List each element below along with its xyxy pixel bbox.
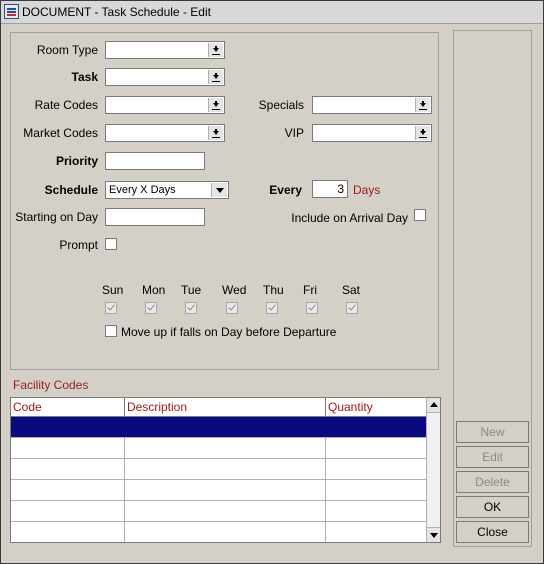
move-up-checkbox[interactable] [105, 325, 117, 337]
rate-codes-label: Rate Codes [34, 98, 98, 112]
weekday-label-thu: Thu [263, 283, 284, 297]
weekday-checkbox-mon[interactable] [145, 302, 157, 314]
dropdown-arrow-icon[interactable] [208, 70, 223, 84]
table-row[interactable] [11, 459, 427, 480]
task-label: Task [71, 70, 98, 84]
table-header: Code Description Quantity [11, 398, 427, 417]
every-label: Every [269, 183, 302, 197]
weekday-checkbox-wed[interactable] [226, 302, 238, 314]
table-row[interactable] [11, 480, 427, 501]
new-button[interactable]: New [456, 421, 529, 443]
dropdown-arrow-icon[interactable] [415, 98, 430, 112]
weekday-label-fri: Fri [303, 283, 317, 297]
table-cell [125, 522, 326, 542]
table-cell [326, 480, 427, 500]
schedule-label: Schedule [44, 183, 98, 197]
rate-codes-dropdown[interactable] [105, 96, 225, 114]
weekday-label-tue: Tue [181, 283, 202, 297]
table-scrollbar[interactable] [426, 398, 440, 542]
prompt-label: Prompt [59, 238, 98, 252]
specials-dropdown[interactable] [312, 96, 432, 114]
facility-codes-table: Code Description Quantity [10, 397, 441, 543]
table-cell [125, 459, 326, 479]
weekday-checkbox-sun[interactable] [105, 302, 117, 314]
vip-dropdown[interactable] [312, 124, 432, 142]
table-cell [11, 459, 125, 479]
table-cell [125, 438, 326, 458]
table-row[interactable] [11, 438, 427, 459]
room-type-dropdown[interactable] [105, 41, 225, 59]
vip-label: VIP [284, 126, 304, 140]
table-cell [326, 417, 427, 437]
scroll-down-icon[interactable] [427, 527, 440, 542]
weekday-checkbox-fri[interactable] [306, 302, 318, 314]
table-cell [11, 438, 125, 458]
table-row[interactable] [11, 501, 427, 522]
column-header-description[interactable]: Description [125, 398, 326, 416]
scroll-up-icon[interactable] [427, 398, 440, 413]
title-bar: DOCUMENT - Task Schedule - Edit [1, 1, 543, 24]
priority-label: Priority [55, 154, 98, 168]
table-cell [11, 501, 125, 521]
column-header-quantity[interactable]: Quantity [326, 398, 427, 416]
weekday-label-wed: Wed [222, 283, 247, 297]
weekday-label-mon: Mon [142, 283, 166, 297]
weekday-checkbox-tue[interactable] [185, 302, 197, 314]
move-up-label: Move up if falls on Day before Departure [121, 325, 337, 339]
weekday-checkbox-thu[interactable] [266, 302, 278, 314]
market-codes-label: Market Codes [23, 126, 98, 140]
table-cell [11, 417, 125, 437]
table-cell [326, 459, 427, 479]
dropdown-arrow-icon[interactable] [208, 98, 223, 112]
weekday-checkbox-sat[interactable] [346, 302, 358, 314]
table-cell [11, 522, 125, 542]
delete-button[interactable]: Delete [456, 471, 529, 493]
priority-input[interactable] [105, 152, 205, 170]
chevron-down-icon[interactable] [211, 183, 227, 197]
column-header-code[interactable]: Code [11, 398, 125, 416]
room-type-label: Room Type [36, 43, 98, 57]
ok-button[interactable]: OK [456, 496, 529, 518]
prompt-checkbox[interactable] [105, 238, 117, 250]
every-input[interactable]: 3 [312, 180, 348, 198]
edit-button[interactable]: Edit [456, 446, 529, 468]
table-cell [326, 522, 427, 542]
table-row[interactable] [11, 522, 427, 542]
weekday-label-sun: Sun [102, 283, 124, 297]
table-cell [326, 501, 427, 521]
table-row[interactable] [11, 417, 427, 438]
button-panel [453, 30, 532, 547]
close-button[interactable]: Close [456, 521, 529, 543]
task-dropdown[interactable] [105, 68, 225, 86]
table-cell [125, 501, 326, 521]
document-app-icon [4, 4, 19, 19]
table-cell [11, 480, 125, 500]
starting-on-day-input[interactable] [105, 208, 205, 226]
weekday-label-sat: Sat [342, 283, 361, 297]
dropdown-arrow-icon[interactable] [208, 126, 223, 140]
starting-on-day-label: Starting on Day [15, 210, 98, 224]
specials-label: Specials [258, 98, 304, 112]
include-arrival-label: Include on Arrival Day [291, 211, 408, 225]
dropdown-arrow-icon[interactable] [415, 126, 430, 140]
facility-codes-title: Facility Codes [13, 378, 89, 392]
days-label: Days [353, 183, 381, 197]
table-cell [125, 480, 326, 500]
table-cell [326, 438, 427, 458]
window-title: DOCUMENT - Task Schedule - Edit [22, 5, 211, 19]
market-codes-dropdown[interactable] [105, 124, 225, 142]
schedule-value: Every X Days [109, 184, 176, 196]
schedule-select[interactable]: Every X Days [105, 181, 229, 199]
task-schedule-window: DOCUMENT - Task Schedule - Edit Room Typ… [0, 0, 544, 564]
dropdown-arrow-icon[interactable] [208, 43, 223, 57]
include-arrival-checkbox[interactable] [414, 209, 426, 221]
table-cell [125, 417, 326, 437]
